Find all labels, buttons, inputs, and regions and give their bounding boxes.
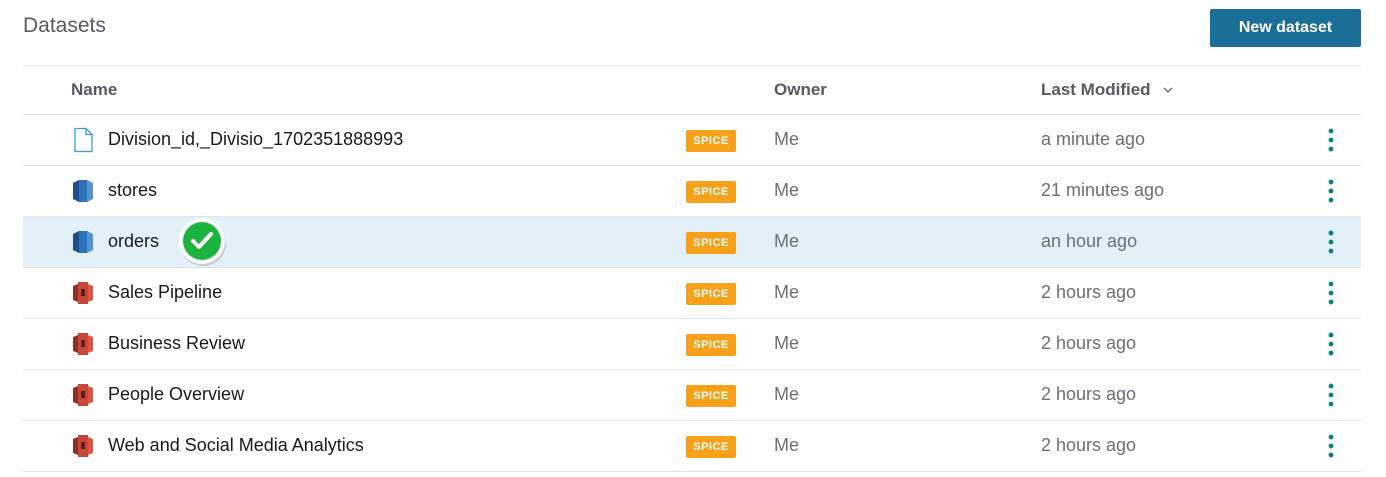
more-actions-icon[interactable] <box>1321 331 1341 357</box>
s3-bucket-icon <box>71 280 95 306</box>
new-dataset-button[interactable]: New dataset <box>1210 9 1361 47</box>
spice-badge: SPICE <box>686 232 736 254</box>
file-icon <box>71 127 95 153</box>
table-row[interactable]: People Overview SPICE Me 2 hours ago <box>23 370 1361 421</box>
dataset-name-link[interactable]: People Overview <box>108 384 244 405</box>
spice-badge: SPICE <box>686 385 736 407</box>
table-row[interactable]: Division_id,_Divisio_1702351888993 SPICE M… <box>23 115 1361 166</box>
dataset-name-link[interactable]: orders <box>108 231 159 252</box>
table-row[interactable]: Web and Social Media Analytics SPICE Me 2 h… <box>23 421 1361 472</box>
s3-bucket-icon <box>71 433 95 459</box>
dataset-name-link[interactable]: Business Review <box>108 333 245 354</box>
database-icon <box>71 178 95 204</box>
last-modified-cell: 2 hours ago <box>1041 333 1137 353</box>
spice-badge: SPICE <box>686 130 736 152</box>
more-actions-icon[interactable] <box>1321 280 1341 306</box>
spice-badge: SPICE <box>686 181 736 203</box>
table-header: Name Owner Last Modified <box>23 65 1361 115</box>
owner-cell: Me <box>774 231 800 251</box>
last-modified-cell: 2 hours ago <box>1041 282 1137 302</box>
spice-badge: SPICE <box>686 436 736 458</box>
table-row[interactable]: Business Review SPICE Me 2 hours ago <box>23 319 1361 370</box>
more-actions-icon[interactable] <box>1321 127 1341 153</box>
more-actions-icon[interactable] <box>1321 229 1341 255</box>
column-header-last-modified[interactable]: Last Modified <box>1041 80 1173 100</box>
owner-cell: Me <box>774 333 800 353</box>
dataset-name-link[interactable]: Web and Social Media Analytics <box>108 435 364 456</box>
checkmark-badge-icon <box>179 218 226 266</box>
owner-cell: Me <box>774 384 800 404</box>
more-actions-icon[interactable] <box>1321 433 1341 459</box>
column-header-last-modified-label: Last Modified <box>1041 80 1151 99</box>
table-row[interactable]: Sales Pipeline SPICE Me 2 hours ago <box>23 268 1361 319</box>
datasets-page: Datasets New dataset Name Owner Last Mod… <box>0 0 1386 477</box>
last-modified-cell: 21 minutes ago <box>1041 180 1165 200</box>
dataset-name-link[interactable]: stores <box>108 180 157 201</box>
owner-cell: Me <box>774 435 800 455</box>
table-body: Division_id,_Divisio_1702351888993 SPICE M… <box>23 115 1361 472</box>
last-modified-cell: 2 hours ago <box>1041 435 1137 455</box>
last-modified-cell: a minute ago <box>1041 129 1146 149</box>
spice-badge: SPICE <box>686 334 736 356</box>
last-modified-cell: 2 hours ago <box>1041 384 1137 404</box>
table-row[interactable]: stores SPICE Me 21 minutes ago <box>23 166 1361 217</box>
page-title: Datasets <box>23 14 106 37</box>
last-modified-cell: an hour ago <box>1041 231 1138 251</box>
more-actions-icon[interactable] <box>1321 382 1341 408</box>
database-icon <box>71 229 95 255</box>
spice-badge: SPICE <box>686 283 736 305</box>
dataset-name-link[interactable]: Division_id,_Divisio_1702351888993 <box>108 129 403 150</box>
chevron-down-icon <box>1163 87 1173 93</box>
dataset-name-link[interactable]: Sales Pipeline <box>108 282 222 303</box>
owner-cell: Me <box>774 282 800 302</box>
more-actions-icon[interactable] <box>1321 178 1341 204</box>
s3-bucket-icon <box>71 331 95 357</box>
owner-cell: Me <box>774 180 800 200</box>
column-header-name[interactable]: Name <box>71 80 117 100</box>
datasets-table: Name Owner Last Modified Division_id,_Di… <box>23 65 1361 472</box>
s3-bucket-icon <box>71 382 95 408</box>
table-row[interactable]: orders SPICE Me an hour ago <box>23 217 1361 268</box>
owner-cell: Me <box>774 129 800 149</box>
column-header-owner[interactable]: Owner <box>774 80 827 100</box>
